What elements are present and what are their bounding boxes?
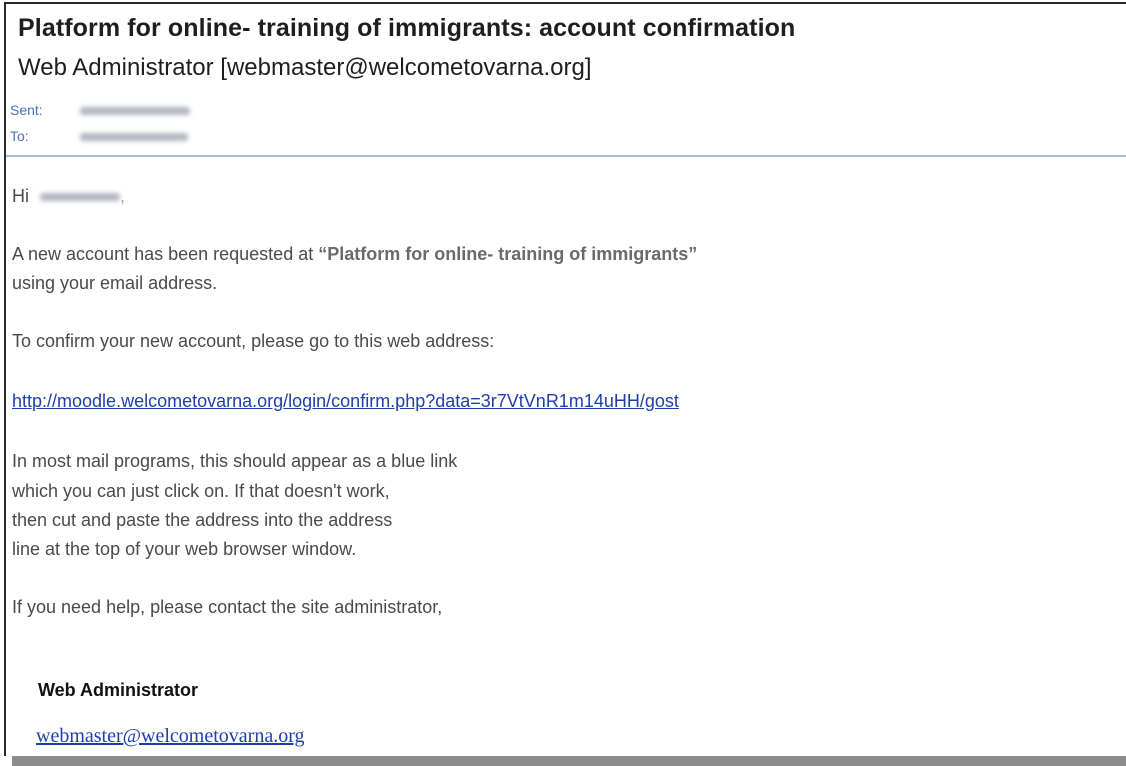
to-label: To: [10,128,29,144]
account-request-cont: using your email address. [12,273,218,293]
sent-row: Sent: [10,102,190,118]
greeting-text: Hi [12,186,29,206]
window-shadow [12,756,1126,766]
confirm-link[interactable]: http://moodle.welcometovarna.org/login/c… [12,391,679,411]
recipient-redacted[interactable] [79,133,188,142]
account-request-line: A new account has been requested at “Pla… [12,244,697,265]
signature-name: Web Administrator [38,680,199,700]
header-divider [6,155,1126,157]
greeting-comma: , [120,186,126,206]
confirm-instruction: To confirm your new account, please go t… [12,331,495,351]
para-line-3: then cut and paste the address into the … [12,510,393,530]
signature-email-link[interactable]: webmaster@welcometovarna.org [36,725,305,748]
to-row: To: [10,128,188,144]
para-line-2: which you can just click on. If that doe… [12,481,390,501]
email-sender[interactable]: Web Administrator [webmaster@welcometova… [18,54,591,82]
sent-date-redacted [79,107,190,116]
para-line-1: In most mail programs, this should appea… [12,451,458,471]
greeting-line: Hi , [12,186,125,207]
platform-name: “Platform for online- training of immigr… [318,244,698,264]
email-subject: Platform for online- training of immigra… [18,14,796,42]
help-line: If you need help, please contact the sit… [12,597,443,617]
sent-label: Sent: [10,102,43,118]
para-line-4: line at the top of your web browser wind… [12,539,357,559]
account-request-text: A new account has been requested at [12,244,319,264]
confirm-link-line: http://moodle.welcometovarna.org/login/c… [12,391,679,412]
recipient-name-redacted [40,193,121,202]
